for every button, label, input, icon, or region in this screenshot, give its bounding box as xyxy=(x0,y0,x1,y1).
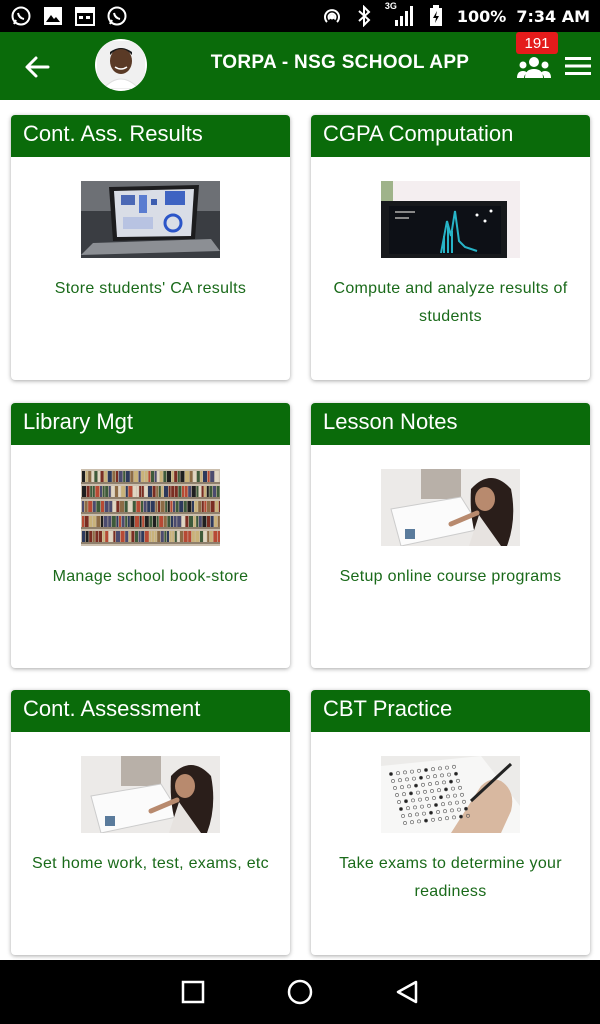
card-title: Cont. Ass. Results xyxy=(11,115,290,157)
avatar[interactable] xyxy=(95,39,147,91)
feature-grid: Cont. Ass. Results Store students' CA re… xyxy=(0,100,600,960)
home-button[interactable] xyxy=(284,976,316,1008)
back-button[interactable] xyxy=(20,50,54,84)
status-bar-notifications xyxy=(10,5,128,27)
system-nav-bar xyxy=(0,960,600,1024)
laptop-chart-image xyxy=(381,181,520,258)
notification-count-badge: 191 xyxy=(516,32,558,54)
back-triangle-icon xyxy=(396,980,418,1004)
arrow-left-icon xyxy=(25,56,50,78)
network-type-label: 3G xyxy=(384,1,397,11)
student-writing-image xyxy=(381,469,520,546)
card-title: Lesson Notes xyxy=(311,403,590,445)
card-lesson-notes[interactable]: Lesson Notes Setup online course program… xyxy=(311,403,590,668)
student-writing-image xyxy=(81,756,220,833)
clock: 7:34 AM xyxy=(516,6,590,26)
card-ca-results[interactable]: Cont. Ass. Results Store students' CA re… xyxy=(11,115,290,380)
hamburger-menu-icon xyxy=(565,57,591,75)
card-cont-assessment[interactable]: Cont. Assessment Set home work, test, ex… xyxy=(11,690,290,955)
home-circle-icon xyxy=(287,979,313,1005)
bluetooth-icon xyxy=(353,5,375,27)
card-description: Manage school book-store xyxy=(52,568,249,585)
card-title: Library Mgt xyxy=(11,403,290,445)
card-title: CBT Practice xyxy=(311,690,590,732)
answer-sheet-image xyxy=(381,756,520,833)
card-library-mgt[interactable]: Library Mgt Manage school book-store xyxy=(11,403,290,668)
recents-button[interactable] xyxy=(177,976,209,1008)
card-description: Take exams to determine your readiness xyxy=(339,855,562,900)
image-icon xyxy=(42,5,64,27)
people-group-icon xyxy=(517,57,551,78)
app-bar: TORPA - NSG SCHOOL APP 191 xyxy=(0,32,600,100)
whatsapp-icon xyxy=(10,5,32,27)
status-bar-system: 3G 100% 7:34 AM xyxy=(321,1,590,27)
group-button[interactable] xyxy=(515,54,553,82)
battery-icon xyxy=(425,5,447,27)
signal-3g-icon: 3G xyxy=(385,1,415,27)
profile-photo xyxy=(97,41,145,89)
card-cbt-practice[interactable]: CBT Practice Take exams to determine you… xyxy=(311,690,590,955)
card-description: Compute and analyze results of students xyxy=(333,280,568,325)
card-cgpa-computation[interactable]: CGPA Computation Compute and analyze res… xyxy=(311,115,590,380)
battery-level: 100% xyxy=(456,6,507,26)
card-description: Set home work, test, exams, etc xyxy=(32,855,269,872)
calendar-icon xyxy=(74,5,96,27)
hotspot-icon xyxy=(321,5,343,27)
status-bar: 3G 100% 7:34 AM xyxy=(0,0,600,32)
card-title: CGPA Computation xyxy=(311,115,590,157)
card-description: Store students' CA results xyxy=(54,280,247,297)
bookshelves-image xyxy=(81,469,220,546)
laptop-analytics-image xyxy=(81,181,220,258)
card-description: Setup online course programs xyxy=(339,568,562,585)
whatsapp-icon xyxy=(106,5,128,27)
menu-button[interactable] xyxy=(563,53,593,79)
app-title: TORPA - NSG SCHOOL APP xyxy=(210,52,470,73)
back-nav-button[interactable] xyxy=(391,976,423,1008)
card-title: Cont. Assessment xyxy=(11,690,290,732)
recents-square-icon xyxy=(181,980,205,1004)
